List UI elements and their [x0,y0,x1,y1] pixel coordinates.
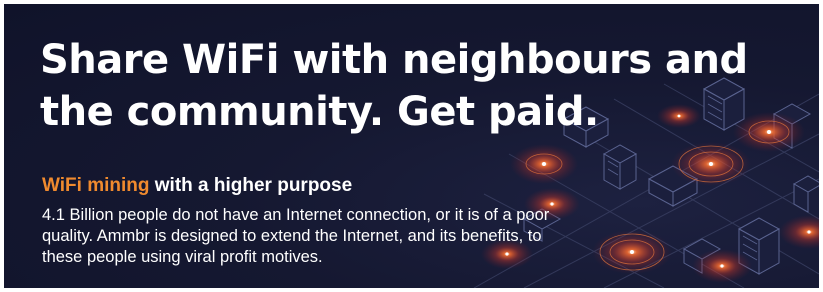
hero-banner: Share WiFi with neighbours and the commu… [4,4,819,288]
description: 4.1 Billion people do not have an Intern… [42,205,682,268]
headline: Share WiFi with neighbours and the commu… [40,34,748,138]
description-line-1: 4.1 Billion people do not have an Intern… [42,206,550,224]
subheading-accent: WiFi mining [42,175,150,196]
headline-line-1: Share WiFi with neighbours and [40,37,748,83]
headline-line-2: the community. Get paid. [40,89,599,135]
subheading: WiFi mining with a higher purpose [42,174,352,198]
subheading-rest: with a higher purpose [154,175,353,196]
description-line-3: these people using viral profit motives. [42,248,323,266]
description-line-2: quality. Ammbr is designed to extend the… [42,227,542,245]
